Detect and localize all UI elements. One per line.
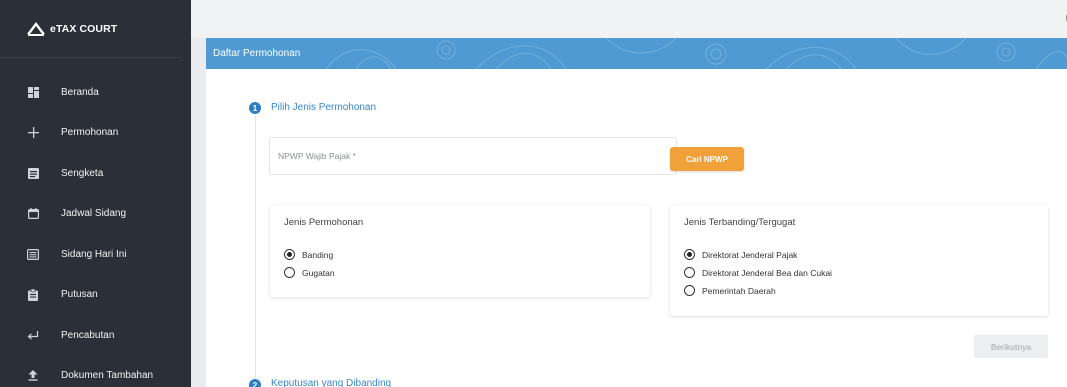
radio-gugatan[interactable]: Gugatan: [284, 267, 335, 278]
brand-name: eTAX COURT: [50, 22, 118, 35]
sidebar-item-sengketa[interactable]: Sengketa: [0, 153, 191, 194]
dashboard-icon: [27, 86, 39, 98]
radio-checked-icon: [284, 249, 295, 260]
radio-checked-icon: [684, 249, 695, 260]
berikutnya-button[interactable]: Berikutnya: [974, 335, 1048, 358]
radio-pemerintah-daerah[interactable]: Pemerintah Daerah: [684, 285, 776, 296]
sidebar-item-permohonan[interactable]: Permohonan: [0, 113, 191, 154]
etax-court-logo-icon: [27, 22, 45, 36]
calendar-icon: [27, 208, 39, 220]
card-header: Daftar Permohonan: [206, 38, 1067, 69]
radio-unchecked-icon: [284, 267, 295, 278]
sidebar-item-label: Sidang Hari Ini: [61, 248, 127, 260]
radio-label: Direktorat Jenderal Pajak: [702, 249, 798, 260]
page-title: Daftar Permohonan: [213, 48, 301, 59]
sidebar: eTAX COURT Beranda Permohonan Sengketa J…: [0, 0, 191, 387]
radio-direktorat-jenderal-bea-cukai[interactable]: Direktorat Jenderal Bea dan Cukai: [684, 267, 832, 278]
step-badge-2: 2: [249, 379, 261, 387]
step-badge-1: 1: [249, 102, 261, 114]
sidebar-item-beranda[interactable]: Beranda: [0, 72, 191, 113]
radio-label: Banding: [302, 249, 334, 260]
main-card: Daftar Permohonan 1 Pilih Jenis Permohon…: [206, 38, 1067, 387]
jenis-terbanding-title: Jenis Terbanding/Tergugat: [684, 217, 796, 228]
sidebar-item-dokumen-tambahan[interactable]: Dokumen Tambahan: [0, 356, 191, 387]
sidebar-item-pencabutan[interactable]: Pencabutan: [0, 315, 191, 356]
brand[interactable]: eTAX COURT: [0, 0, 181, 58]
sidebar-item-label: Putusan: [61, 289, 98, 301]
document-icon: [27, 167, 39, 179]
sidebar-item-sidang-hari-ini[interactable]: Sidang Hari Ini: [0, 234, 191, 275]
radio-unchecked-icon: [684, 285, 695, 296]
sidebar-item-label: Beranda: [61, 86, 99, 98]
sidebar-item-label: Jadwal Sidang: [61, 208, 127, 220]
stepper-line: [255, 116, 256, 386]
sidebar-item-putusan[interactable]: Putusan: [0, 275, 191, 316]
top-bar: [191, 0, 1067, 38]
radio-label: Direktorat Jenderal Bea dan Cukai: [702, 267, 832, 278]
plus-icon: [27, 127, 39, 139]
step-title-2[interactable]: Keputusan yang Dibanding: [271, 378, 391, 387]
list-icon: [27, 248, 39, 260]
cari-npwp-button[interactable]: Cari NPWP: [670, 147, 744, 171]
jenis-terbanding-panel: Jenis Terbanding/Tergugat Direktorat Jen…: [670, 205, 1048, 316]
radio-unchecked-icon: [684, 267, 695, 278]
radio-banding[interactable]: Banding: [284, 249, 333, 260]
radio-direktorat-jenderal-pajak[interactable]: Direktorat Jenderal Pajak: [684, 249, 797, 260]
upload-icon: [27, 370, 39, 382]
sidebar-item-jadwal-sidang[interactable]: Jadwal Sidang: [0, 194, 191, 235]
return-arrow-icon: [27, 329, 39, 341]
sidebar-item-label: Pencabutan: [61, 329, 115, 341]
npwp-input[interactable]: [269, 137, 677, 175]
sidebar-item-label: Dokumen Tambahan: [61, 370, 154, 382]
radio-label: Pemerintah Daerah: [702, 285, 776, 296]
step-title-1[interactable]: Pilih Jenis Permohonan: [271, 102, 376, 113]
sidebar-nav: Beranda Permohonan Sengketa Jadwal Sidan…: [0, 72, 191, 387]
jenis-permohonan-title: Jenis Permohonan: [284, 217, 364, 228]
sidebar-item-label: Permohonan: [61, 127, 119, 139]
sidebar-item-label: Sengketa: [61, 167, 104, 179]
batik-pattern-icon: [325, 38, 1067, 69]
jenis-permohonan-panel: Jenis Permohonan Banding Gugatan: [270, 205, 650, 297]
radio-label: Gugatan: [302, 267, 335, 278]
clipboard-icon: [27, 288, 39, 301]
